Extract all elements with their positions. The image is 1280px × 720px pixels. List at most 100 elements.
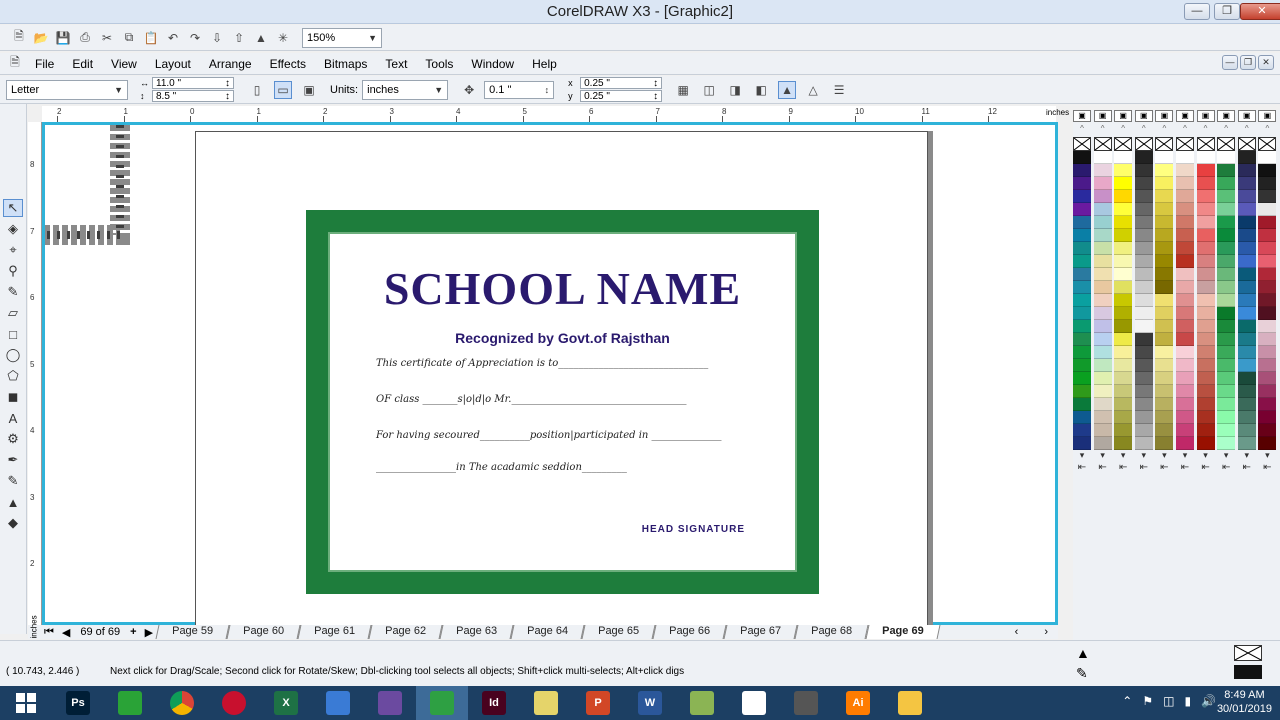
color-swatch[interactable]: [1258, 294, 1277, 307]
color-swatch[interactable]: [1175, 242, 1194, 255]
color-swatch[interactable]: [1093, 398, 1112, 411]
color-swatch[interactable]: [1258, 242, 1277, 255]
color-swatch[interactable]: [1155, 229, 1174, 242]
color-swatch[interactable]: [1217, 385, 1236, 398]
color-swatch[interactable]: [1196, 177, 1215, 190]
color-swatch[interactable]: [1073, 255, 1091, 268]
color-swatch[interactable]: [1114, 294, 1133, 307]
no-color-swatch[interactable]: [1217, 137, 1236, 151]
color-swatch[interactable]: [1093, 151, 1112, 164]
color-swatch[interactable]: [1196, 255, 1215, 268]
portrait-icon[interactable]: ▯: [248, 81, 266, 99]
taskbar-word-button[interactable]: W: [624, 686, 676, 720]
color-swatch[interactable]: [1237, 320, 1256, 333]
color-swatch[interactable]: [1093, 190, 1112, 203]
taskbar-media-button[interactable]: [780, 686, 832, 720]
color-swatch[interactable]: [1175, 424, 1194, 437]
taskbar-illustrator-button[interactable]: Ai: [832, 686, 884, 720]
palette-scroll-down-icon[interactable]: ▾: [1217, 450, 1235, 460]
color-swatch[interactable]: [1134, 242, 1153, 255]
color-swatch[interactable]: [1217, 203, 1236, 216]
page-tab[interactable]: Page 66: [652, 625, 727, 639]
color-swatch[interactable]: [1155, 190, 1174, 203]
corel-online-icon[interactable]: ✳: [274, 29, 292, 47]
color-swatch[interactable]: [1155, 320, 1174, 333]
color-swatch[interactable]: [1196, 359, 1215, 372]
first-page-icon[interactable]: ⏮: [44, 626, 54, 639]
color-swatch[interactable]: [1093, 255, 1112, 268]
color-swatch[interactable]: [1217, 411, 1236, 424]
color-swatch[interactable]: [1258, 229, 1277, 242]
polygon-tool-icon[interactable]: ⬠: [3, 367, 23, 385]
color-swatch[interactable]: [1155, 268, 1174, 281]
color-swatch[interactable]: [1196, 190, 1215, 203]
palette-scroll-down-icon[interactable]: ▾: [1176, 450, 1194, 460]
mdi-minimize-button[interactable]: —: [1222, 55, 1238, 70]
page-tab[interactable]: Page 62: [368, 625, 443, 639]
color-swatch[interactable]: [1237, 359, 1256, 372]
ellipse-tool-icon[interactable]: ◯: [3, 346, 23, 364]
mdi-close-button[interactable]: ✕: [1258, 55, 1274, 70]
rectangle-tool-icon[interactable]: □: [3, 325, 23, 343]
all-pages-icon[interactable]: ▣: [300, 81, 318, 99]
network-icon[interactable]: ◫: [1163, 694, 1174, 708]
color-swatch[interactable]: [1073, 190, 1091, 203]
color-swatch[interactable]: [1196, 268, 1215, 281]
no-color-swatch[interactable]: [1073, 137, 1091, 151]
color-swatch[interactable]: [1196, 411, 1215, 424]
color-swatch[interactable]: [1237, 190, 1256, 203]
color-swatch[interactable]: [1114, 151, 1133, 164]
vertical-ruler[interactable]: 8 7 6 5 4 3 2: [28, 122, 42, 625]
horizontal-ruler[interactable]: 2 1 0 1 2 3 4 5 6 7 8 9 10 11 12: [42, 106, 1056, 123]
new-document-icon[interactable]: 🗎: [10, 29, 28, 47]
color-swatch[interactable]: [1114, 437, 1133, 450]
no-color-swatch[interactable]: [1134, 137, 1153, 151]
color-swatch[interactable]: [1155, 333, 1174, 346]
color-swatch[interactable]: [1134, 359, 1153, 372]
color-swatch[interactable]: [1134, 281, 1153, 294]
page-tab[interactable]: Page 61: [297, 625, 372, 639]
no-color-swatch[interactable]: [1155, 137, 1174, 151]
certificate-line-3[interactable]: For having secoured__________position|pa…: [376, 430, 722, 441]
certificate[interactable]: SCHOOL NAME Recognized by Govt.of Rajsth…: [306, 210, 819, 594]
color-swatch[interactable]: [1237, 333, 1256, 346]
page-tab[interactable]: Page 63: [439, 625, 514, 639]
color-swatch[interactable]: [1196, 437, 1215, 450]
snap-grid-icon[interactable]: ▦: [674, 81, 692, 99]
color-swatch[interactable]: [1258, 203, 1277, 216]
color-swatch[interactable]: [1237, 411, 1256, 424]
color-swatch[interactable]: [1175, 294, 1194, 307]
palette-scroll-up-icon[interactable]: ^: [1073, 125, 1091, 133]
color-swatch[interactable]: [1196, 333, 1215, 346]
color-swatch[interactable]: [1217, 437, 1236, 450]
color-swatch[interactable]: [1196, 216, 1215, 229]
taskbar-start-button[interactable]: [0, 686, 52, 720]
interactive-fill-icon[interactable]: ◆: [3, 514, 23, 532]
color-swatch[interactable]: [1155, 411, 1174, 424]
color-swatch[interactable]: [1196, 372, 1215, 385]
palette-scroll-up-icon[interactable]: ^: [1258, 125, 1276, 133]
taskbar-notepad-button[interactable]: [728, 686, 780, 720]
color-swatch[interactable]: [1217, 333, 1236, 346]
color-swatch[interactable]: [1217, 242, 1236, 255]
color-swatch[interactable]: [1175, 151, 1194, 164]
color-swatch[interactable]: [1155, 359, 1174, 372]
color-swatch[interactable]: [1217, 307, 1236, 320]
color-swatch[interactable]: [1114, 372, 1133, 385]
color-swatch[interactable]: [1134, 164, 1153, 177]
color-swatch[interactable]: [1114, 216, 1133, 229]
color-swatch[interactable]: [1093, 437, 1112, 450]
color-swatch[interactable]: [1073, 398, 1091, 411]
color-swatch[interactable]: [1258, 164, 1277, 177]
color-swatch[interactable]: [1217, 164, 1236, 177]
paste-icon[interactable]: 📋: [142, 29, 160, 47]
page-tab[interactable]: Page 67: [723, 625, 798, 639]
palette-menu-icon[interactable]: ▣: [1114, 110, 1133, 122]
color-swatch[interactable]: [1155, 307, 1174, 320]
freehand-tool-icon[interactable]: ✎: [3, 283, 23, 301]
page-tab[interactable]: Page 68: [794, 625, 869, 639]
no-color-swatch[interactable]: [1175, 137, 1194, 151]
options-icon[interactable]: ☰: [830, 81, 848, 99]
undo-icon[interactable]: ↶: [164, 29, 182, 47]
outline-indicator-icon[interactable]: ✎: [1076, 665, 1088, 682]
